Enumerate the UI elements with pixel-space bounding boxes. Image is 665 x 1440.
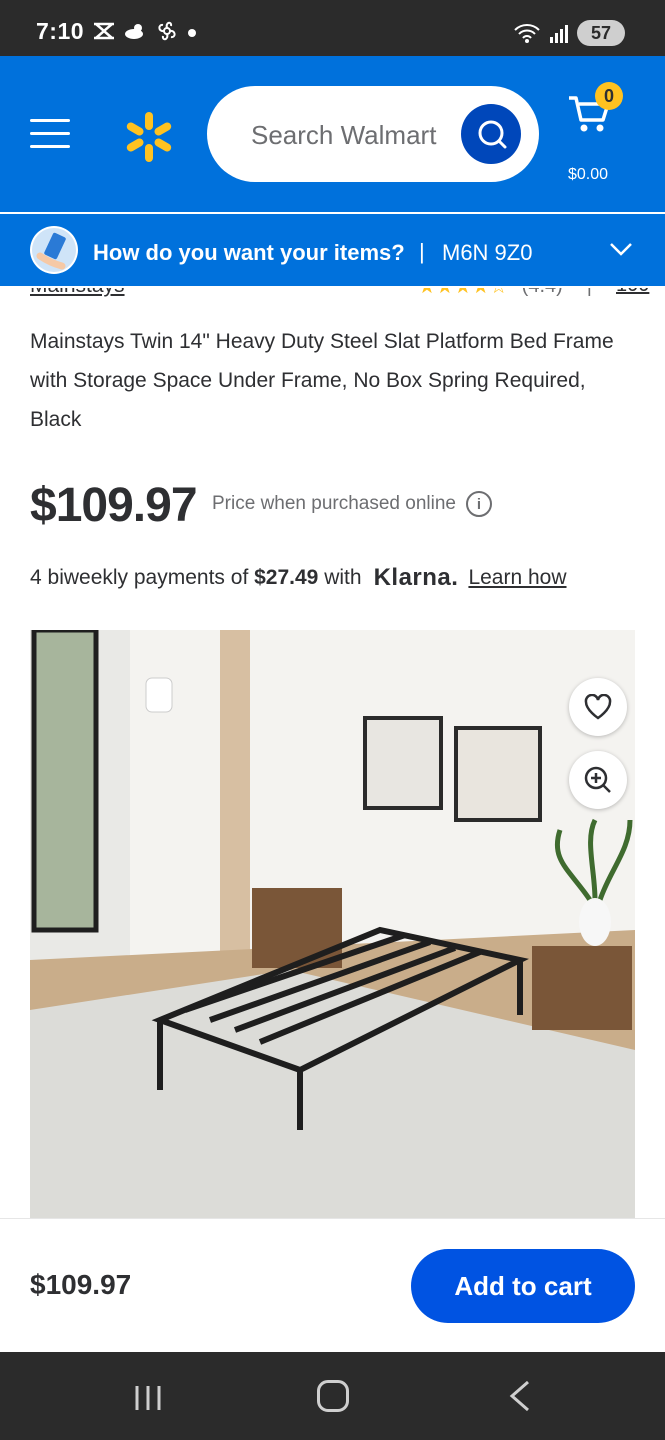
price-note-text: Price when purchased online [212, 493, 456, 514]
walmart-spark-icon[interactable] [122, 110, 176, 164]
brand-link[interactable]: Mainstays [30, 288, 125, 298]
weather-icon [125, 24, 143, 39]
rating-separator: | [587, 288, 592, 298]
klarna-logo: Klarna. [373, 564, 459, 591]
klarna-prefix: 4 biweekly payments of [30, 566, 249, 589]
reviews-link[interactable]: 100 [616, 288, 649, 297]
heart-icon [584, 694, 612, 720]
status-time: 7:10 [36, 18, 85, 44]
sticky-price: $109.97 [30, 1269, 132, 1300]
klarna-amount: $27.49 [254, 566, 319, 589]
search-placeholder: Search Walmart [251, 120, 437, 150]
fulfillment-question: How do you want your items? [93, 240, 405, 265]
notification-icons [92, 20, 178, 42]
battery-indicator: 57 [577, 20, 625, 46]
signal-icon [550, 25, 568, 43]
product-photo [30, 630, 635, 1218]
back-icon[interactable] [508, 1380, 532, 1412]
home-icon[interactable] [317, 1380, 349, 1412]
add-to-cart-button[interactable]: Add to cart [411, 1249, 635, 1323]
product-price: $109.97 [30, 479, 198, 532]
status-dot [188, 29, 196, 37]
app-header: Search Walmart 0 $0.00 [0, 56, 665, 212]
star-icon: ★★★★☆ [418, 288, 508, 299]
cart-button[interactable]: 0 $0.00 [563, 82, 629, 183]
product-title: Mainstays Twin 14" Heavy Duty Steel Slat… [30, 330, 614, 431]
cart-count-badge: 0 [595, 82, 623, 110]
search-icon [478, 120, 507, 149]
postal-code: M6N 9Z0 [442, 240, 533, 265]
rating-value: (4.4) [522, 288, 563, 298]
price-note: Price when purchased online i [212, 491, 492, 517]
status-bar: 7:10 57 [0, 0, 665, 56]
klarna-payment-row: 4 biweekly payments of $27.49 with Klarn… [30, 564, 567, 592]
wifi-icon [514, 24, 540, 43]
hamburger-icon[interactable] [30, 119, 72, 149]
info-icon[interactable]: i [466, 491, 492, 517]
chevron-down-icon [610, 243, 632, 256]
fulfillment-separator: | [419, 239, 425, 264]
rating[interactable]: ★★★★☆ (4.4) | [418, 288, 592, 299]
cart-total: $0.00 [568, 166, 609, 183]
system-nav-bar [0, 1352, 665, 1440]
klarna-with: with [324, 566, 362, 589]
fulfillment-selector[interactable]: How do you want your items? | M6N 9Z0 [0, 212, 665, 286]
recent-apps-icon[interactable] [133, 1384, 163, 1412]
search-button[interactable] [461, 104, 521, 164]
learn-how-link[interactable]: Learn how [468, 566, 566, 590]
zoom-in-icon [584, 766, 611, 793]
notification-icon [94, 22, 114, 40]
favorite-button[interactable] [569, 678, 627, 736]
fulfillment-icon [30, 226, 78, 274]
fan-icon [158, 21, 176, 41]
product-image[interactable] [30, 630, 635, 1218]
search-input[interactable]: Search Walmart [207, 86, 539, 182]
zoom-button[interactable] [569, 751, 627, 809]
add-to-cart-bar: $109.97 Add to cart [0, 1218, 665, 1352]
system-icons: 57 [513, 20, 625, 46]
